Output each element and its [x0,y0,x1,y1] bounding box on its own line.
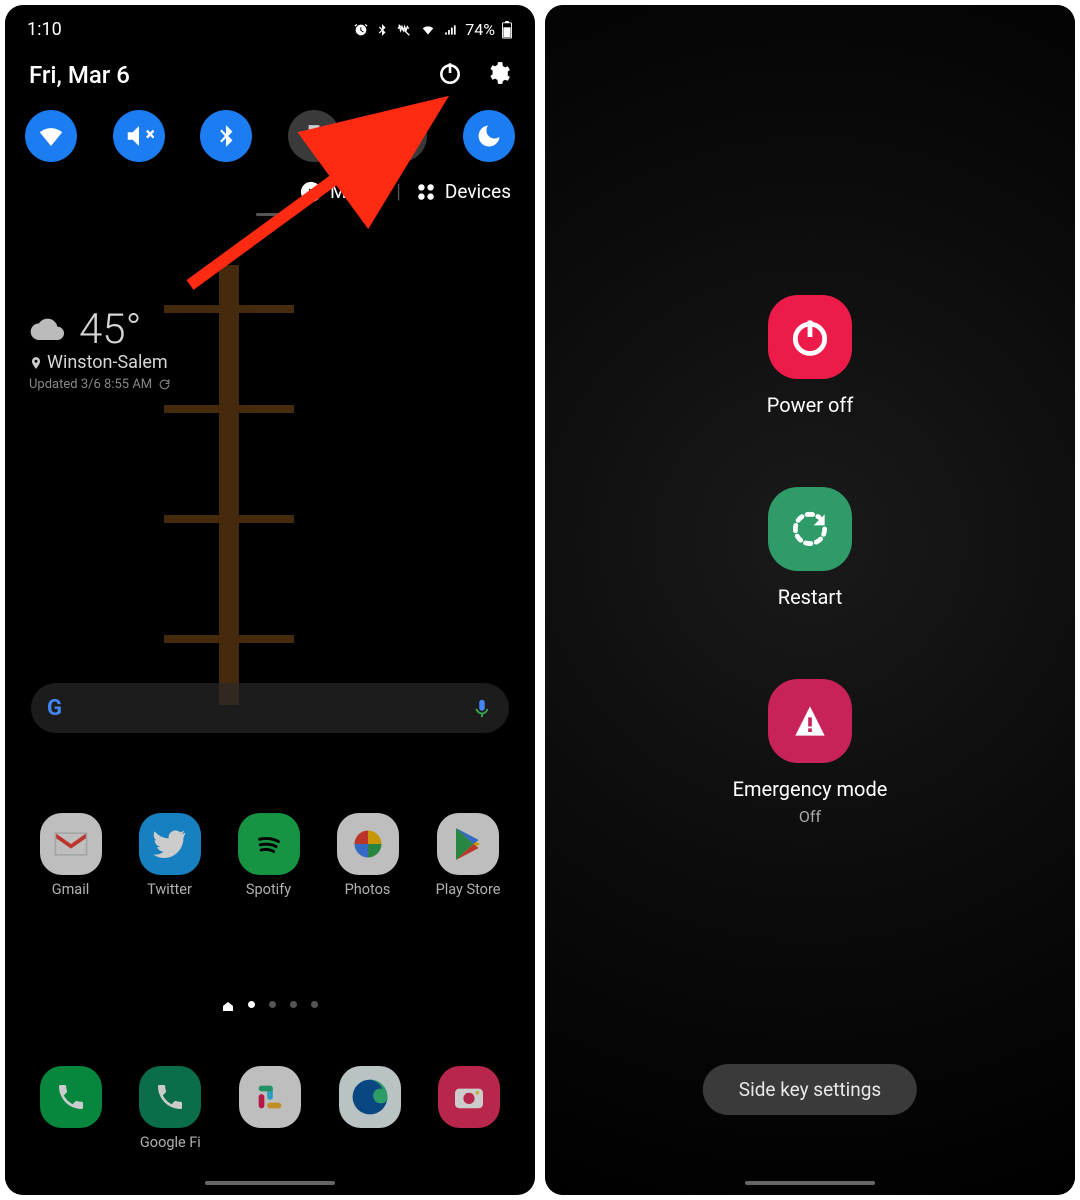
phone-handset-icon [55,1081,87,1113]
bluetooth-icon [213,121,239,151]
restart-label: Restart [778,585,842,609]
app-label: Gmail [52,881,90,898]
refresh-icon [158,378,171,391]
google-logo-icon: G [47,696,62,721]
sound-toggle[interactable] [113,110,165,162]
dock-camera[interactable] [438,1066,500,1151]
panel-drag-handle[interactable] [256,213,284,216]
app-twitter[interactable]: Twitter [139,813,201,898]
power-off-button[interactable]: Power off [767,295,854,417]
side-key-settings-button[interactable]: Side key settings [703,1064,917,1115]
signal-icon [443,23,459,37]
side-key-label: Side key settings [739,1078,881,1101]
dock-phone[interactable] [40,1066,102,1151]
bluetooth-toggle[interactable] [200,110,252,162]
media-label: Media [330,180,382,203]
weather-updated: Updated 3/6 8:55 AM [29,377,152,392]
dock-label: Google Fi [140,1134,201,1151]
edge-icon [351,1078,389,1116]
emergency-mode-button[interactable]: Emergency mode Off [733,679,888,826]
wifi-icon [36,121,66,151]
power-menu: Power off Restart Emergency mode Off [545,295,1075,826]
panel-date: Fri, Mar 6 [29,61,130,89]
devices-button[interactable]: Devices [415,180,511,203]
moon-icon [475,122,503,150]
power-button[interactable] [437,60,463,90]
devices-grid-icon [415,181,437,203]
slack-icon [253,1080,287,1114]
status-icons: 74% [353,20,513,39]
battery-icon [501,21,513,39]
location-pin-icon [29,355,43,371]
power-icon [788,315,832,359]
flashlight-icon [301,121,327,151]
devices-label: Devices [445,180,511,203]
separator: | [396,180,401,203]
app-photos[interactable]: Photos [337,813,399,898]
power-off-label: Power off [767,393,854,417]
camera-icon [452,1083,486,1111]
power-saving-toggle[interactable] [375,110,427,162]
gesture-bar[interactable] [745,1181,875,1185]
vibrate-icon [395,22,413,38]
battery-leaf-icon [389,122,413,150]
play-circle-icon [300,181,322,203]
fi-phone-icon [154,1081,186,1113]
dock: Google Fi [5,1066,535,1151]
weather-temp: 45° [79,305,141,354]
dock-slack[interactable] [239,1066,301,1151]
gesture-bar[interactable] [205,1181,335,1185]
power-icon [437,60,463,86]
mic-icon[interactable] [471,695,493,721]
restart-icon [788,507,832,551]
app-spotify[interactable]: Spotify [238,813,300,898]
dnd-toggle[interactable] [463,110,515,162]
dock-edge[interactable] [339,1066,401,1151]
app-label: Play Store [436,881,501,898]
emergency-icon [788,699,832,743]
wifi-toggle[interactable] [25,110,77,162]
phone-left-quick-settings: 1:10 74% Fri, Mar 6 [5,5,535,1195]
spotify-icon [250,825,288,863]
app-play-store[interactable]: Play Store [436,813,501,898]
app-label: Twitter [147,881,192,898]
restart-button[interactable]: Restart [768,487,852,609]
app-gmail[interactable]: Gmail [40,813,102,898]
status-time: 1:10 [27,19,62,40]
mute-vibrate-icon [124,121,154,151]
photos-icon [350,826,386,862]
page-indicator [5,1001,535,1011]
weather-widget[interactable]: 45° Winston-Salem Updated 3/6 8:55 AM [29,305,171,392]
phone-right-power-menu: Power off Restart Emergency mode Off Sid… [545,5,1075,1195]
play-store-icon [452,826,484,862]
dock-google-fi[interactable]: Google Fi [139,1066,201,1151]
quick-toggles [23,104,517,170]
quick-settings-panel: Fri, Mar 6 [5,46,535,230]
bluetooth-status-icon [375,22,389,38]
wifi-status-icon [419,23,437,37]
flashlight-toggle[interactable] [288,110,340,162]
gmail-icon [52,830,90,858]
gear-icon [485,60,511,86]
weather-location: Winston-Salem [47,352,168,373]
twitter-icon [153,830,187,858]
emergency-state: Off [799,807,821,826]
home-page-icon [222,1001,234,1011]
media-button[interactable]: Media [300,180,382,203]
wallpaper-bridge [164,265,304,705]
app-label: Spotify [246,881,291,898]
app-label: Photos [345,881,391,898]
app-row: Gmail Twitter Spotify Photos Play Store [5,813,535,898]
cloud-icon [29,316,69,344]
settings-button[interactable] [485,60,511,90]
emergency-label: Emergency mode [733,777,888,801]
status-bar: 1:10 74% [5,5,535,46]
google-search-bar[interactable]: G [31,683,509,733]
alarm-icon [353,22,369,38]
battery-percent: 74% [465,20,495,39]
